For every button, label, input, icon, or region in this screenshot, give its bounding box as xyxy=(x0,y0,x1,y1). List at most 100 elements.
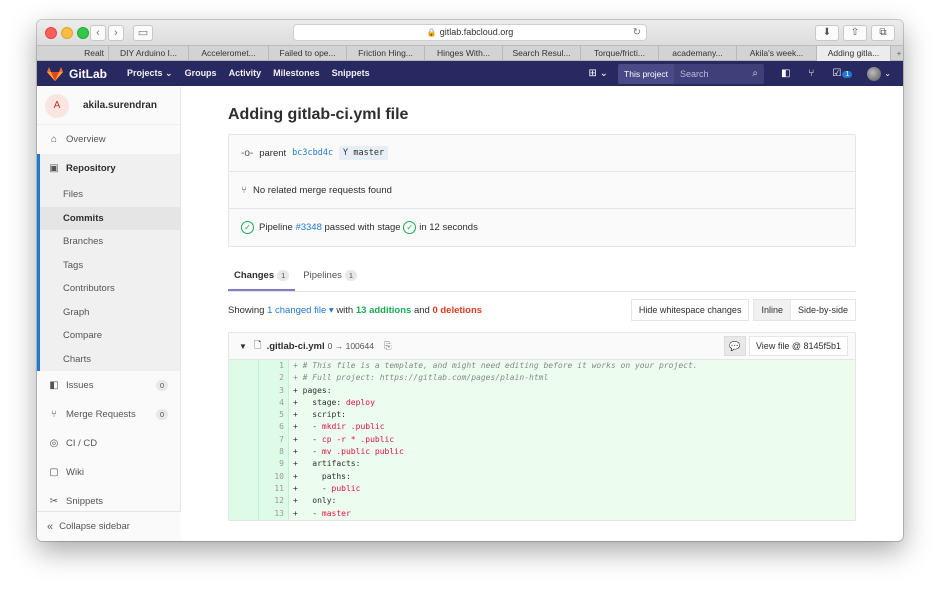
collapse-file-caret-icon[interactable]: ▼ xyxy=(239,342,247,351)
hide-whitespace-button[interactable]: Hide whitespace changes xyxy=(630,299,750,321)
file-name[interactable]: .gitlab-ci.yml xyxy=(267,341,325,352)
changed-files-dropdown[interactable]: 1 changed file ▾ xyxy=(267,305,334,316)
new-line-number[interactable]: 10 xyxy=(259,470,289,483)
zoom-window-button[interactable] xyxy=(77,27,89,39)
parent-sha-link[interactable]: bc3cbd4c xyxy=(292,148,333,158)
downloads-icon[interactable]: ⬇ xyxy=(815,25,839,41)
sidebar-item-repository[interactable]: ▣ Repository xyxy=(40,154,180,183)
old-line-number[interactable] xyxy=(229,409,259,422)
browser-tab[interactable]: Torque/fricti... xyxy=(581,46,659,61)
copy-path-icon[interactable]: ⎘ xyxy=(384,341,392,352)
diff-line: 12 + only: xyxy=(229,495,855,508)
tabs-overview-icon[interactable]: ⧉ xyxy=(871,25,895,41)
old-line-number[interactable] xyxy=(229,482,259,496)
new-line-number[interactable]: 5 xyxy=(259,409,289,422)
browser-tab[interactable]: Adding gitla... xyxy=(817,46,891,61)
search-input[interactable]: Search ⌕ xyxy=(673,63,764,84)
new-line-number[interactable]: 1 xyxy=(259,360,289,373)
side-by-side-button[interactable]: Side-by-side xyxy=(790,299,856,321)
old-line-number[interactable] xyxy=(229,470,259,483)
old-line-number[interactable] xyxy=(229,360,259,373)
browser-tab[interactable]: Realt xyxy=(37,46,109,61)
diff-line: 10 + paths: xyxy=(229,470,855,483)
old-line-number[interactable] xyxy=(229,421,259,434)
this-project-scope[interactable]: This project xyxy=(618,63,674,84)
old-line-number[interactable] xyxy=(229,458,259,471)
browser-tab[interactable]: academany... xyxy=(659,46,737,61)
new-line-number[interactable]: 8 xyxy=(259,446,289,459)
sidebar-subitem-branches[interactable]: Branches xyxy=(40,230,180,254)
new-line-number[interactable]: 12 xyxy=(259,495,289,508)
browser-tab[interactable]: Search Resul... xyxy=(503,46,581,61)
sidebar-subitem-graph[interactable]: Graph xyxy=(40,301,180,325)
sidebar-project-header[interactable]: A akila.surendran xyxy=(37,87,180,125)
pipeline-link[interactable]: #3348 xyxy=(295,222,321,233)
old-line-number[interactable] xyxy=(229,495,259,508)
user-menu-chevron-icon[interactable]: ⌄ xyxy=(884,69,891,78)
user-avatar-icon[interactable] xyxy=(867,66,882,81)
new-tab-button[interactable]: + xyxy=(891,46,903,61)
address-bar[interactable]: 🔒 gitlab.fabcloud.org ↻ xyxy=(293,24,647,41)
diff-line: 5 + script: xyxy=(229,409,855,422)
merge-requests-header-icon[interactable]: ⑂ xyxy=(808,68,814,79)
new-line-number[interactable]: 3 xyxy=(259,384,289,397)
new-line-number[interactable]: 7 xyxy=(259,433,289,447)
sidebar-item-overview[interactable]: ⌂ Overview xyxy=(37,125,180,154)
todos-icon[interactable]: ☑ 1 xyxy=(832,68,853,79)
old-line-number[interactable] xyxy=(229,446,259,459)
browser-tab[interactable]: Friction Hing... xyxy=(347,46,425,61)
back-button[interactable]: ‹ xyxy=(90,25,106,41)
sidebar-subitem-commits[interactable]: Commits xyxy=(40,206,180,230)
browser-tab[interactable]: DIY Arduino I... xyxy=(109,46,189,61)
comment-icon[interactable]: 💬 xyxy=(723,336,746,356)
tab-changes[interactable]: Changes 1 xyxy=(228,262,296,291)
tab-pipelines[interactable]: Pipelines 1 xyxy=(297,262,363,291)
sidebar-subitem-compare[interactable]: Compare xyxy=(40,324,180,348)
status-success-icon[interactable]: ✓ xyxy=(241,221,254,234)
sidebar-subitem-tags[interactable]: Tags xyxy=(40,254,180,278)
collapse-sidebar-button[interactable]: « Collapse sidebar xyxy=(37,511,181,541)
nav-snippets[interactable]: Snippets xyxy=(332,68,370,79)
new-line-number[interactable]: 2 xyxy=(259,372,289,385)
browser-tab[interactable]: Akila's week... xyxy=(737,46,817,61)
new-line-number[interactable]: 6 xyxy=(259,421,289,434)
sidebar-subitem-files[interactable]: Files xyxy=(40,183,180,207)
sidebar-item-cicd[interactable]: ◎ CI / CD xyxy=(37,429,180,458)
sidebar-subitem-charts[interactable]: Charts xyxy=(40,348,180,372)
browser-tab-bar: Realt DIY Arduino I... Acceleromet... Faile… xyxy=(37,45,903,61)
view-file-button[interactable]: View file @ 8145f5b1 xyxy=(748,336,848,356)
old-line-number[interactable] xyxy=(229,396,259,410)
new-dropdown-icon[interactable]: ⊞ ⌄ xyxy=(588,68,608,79)
branch-badge[interactable]: Ƴ master xyxy=(339,146,389,160)
nav-projects[interactable]: Projects ⌄ xyxy=(127,68,173,79)
browser-tab[interactable]: Hinges With... xyxy=(425,46,503,61)
old-line-number[interactable] xyxy=(229,433,259,447)
issues-header-icon[interactable]: ◧ xyxy=(781,68,790,79)
old-line-number[interactable] xyxy=(229,372,259,385)
new-line-number[interactable]: 4 xyxy=(259,396,289,410)
commit-info-box: -o- parent bc3cbd4c Ƴ master ⑂ No relate… xyxy=(228,134,856,247)
nav-activity[interactable]: Activity xyxy=(229,68,262,79)
gitlab-logo[interactable]: GitLab xyxy=(47,66,107,81)
old-line-number[interactable] xyxy=(229,384,259,397)
forward-button[interactable]: › xyxy=(108,25,124,41)
nav-milestones[interactable]: Milestones xyxy=(273,68,320,79)
sidebar-toggle-icon[interactable]: ▭ xyxy=(133,25,153,41)
browser-tab[interactable]: Acceleromet... xyxy=(189,46,269,61)
sidebar-item-merge-requests[interactable]: ⑂ Merge Requests 0 xyxy=(37,400,180,429)
reload-icon[interactable]: ↻ xyxy=(633,25,641,40)
sidebar-item-issues[interactable]: ◧ Issues 0 xyxy=(37,371,180,400)
sidebar-subitem-contributors[interactable]: Contributors xyxy=(40,277,180,301)
old-line-number[interactable] xyxy=(229,507,259,520)
minimize-window-button[interactable] xyxy=(61,27,73,39)
new-line-number[interactable]: 11 xyxy=(259,482,289,496)
nav-groups[interactable]: Groups xyxy=(185,68,217,79)
browser-tab[interactable]: Failed to ope... xyxy=(269,46,347,61)
new-line-number[interactable]: 13 xyxy=(259,507,289,520)
close-window-button[interactable] xyxy=(45,27,57,39)
new-line-number[interactable]: 9 xyxy=(259,458,289,471)
share-icon[interactable]: ⇧ xyxy=(843,25,867,41)
inline-view-button[interactable]: Inline xyxy=(753,299,791,321)
stage-success-icon[interactable]: ✓ xyxy=(403,221,417,234)
sidebar-item-wiki[interactable]: ▢ Wiki xyxy=(37,458,180,487)
